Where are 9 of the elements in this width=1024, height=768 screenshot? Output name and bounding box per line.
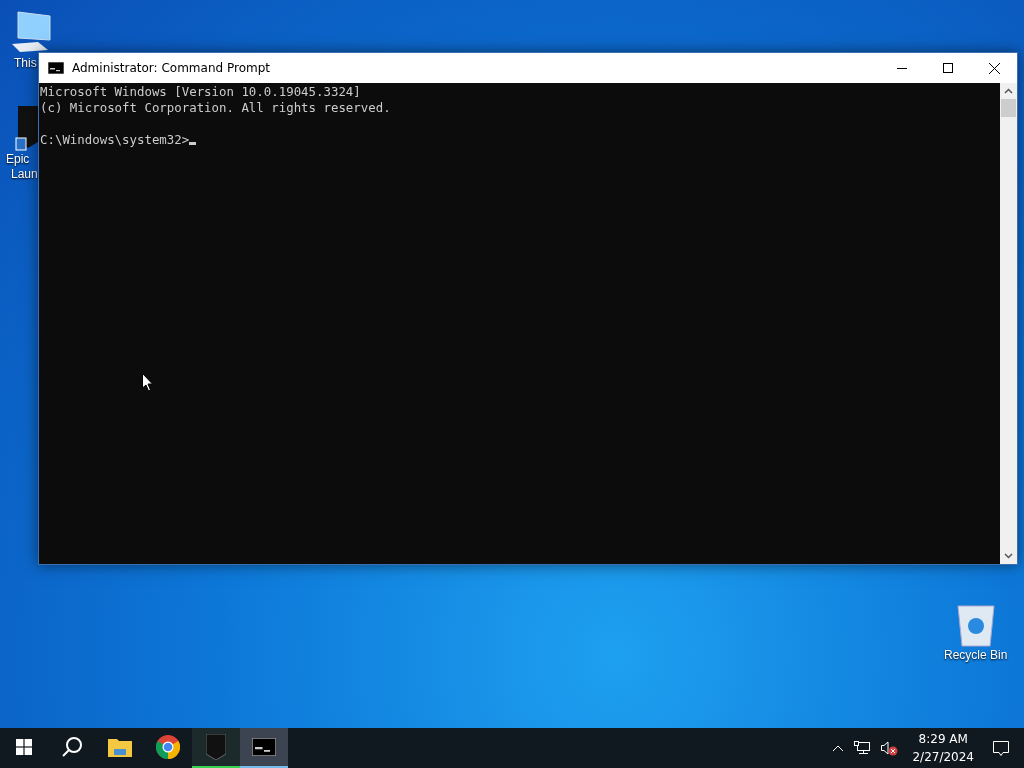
window-title: Administrator: Command Prompt — [72, 61, 271, 75]
console-line: Microsoft Windows [Version 10.0.19045.3324] — [40, 84, 361, 100]
desktop-icon-label: Recycle Bin — [944, 648, 1008, 663]
console-line: (c) Microsoft Corporation. All rights reserved. — [40, 100, 391, 116]
clock[interactable]: 8:29 AM 2/27/2024 — [906, 732, 980, 764]
command-prompt: C:\Windows\system32> — [40, 132, 190, 148]
desktop-icon-label: Epic — [6, 152, 30, 167]
desktop-icon-label: Laun — [11, 167, 38, 182]
desktop-icon-label: This — [14, 56, 37, 71]
